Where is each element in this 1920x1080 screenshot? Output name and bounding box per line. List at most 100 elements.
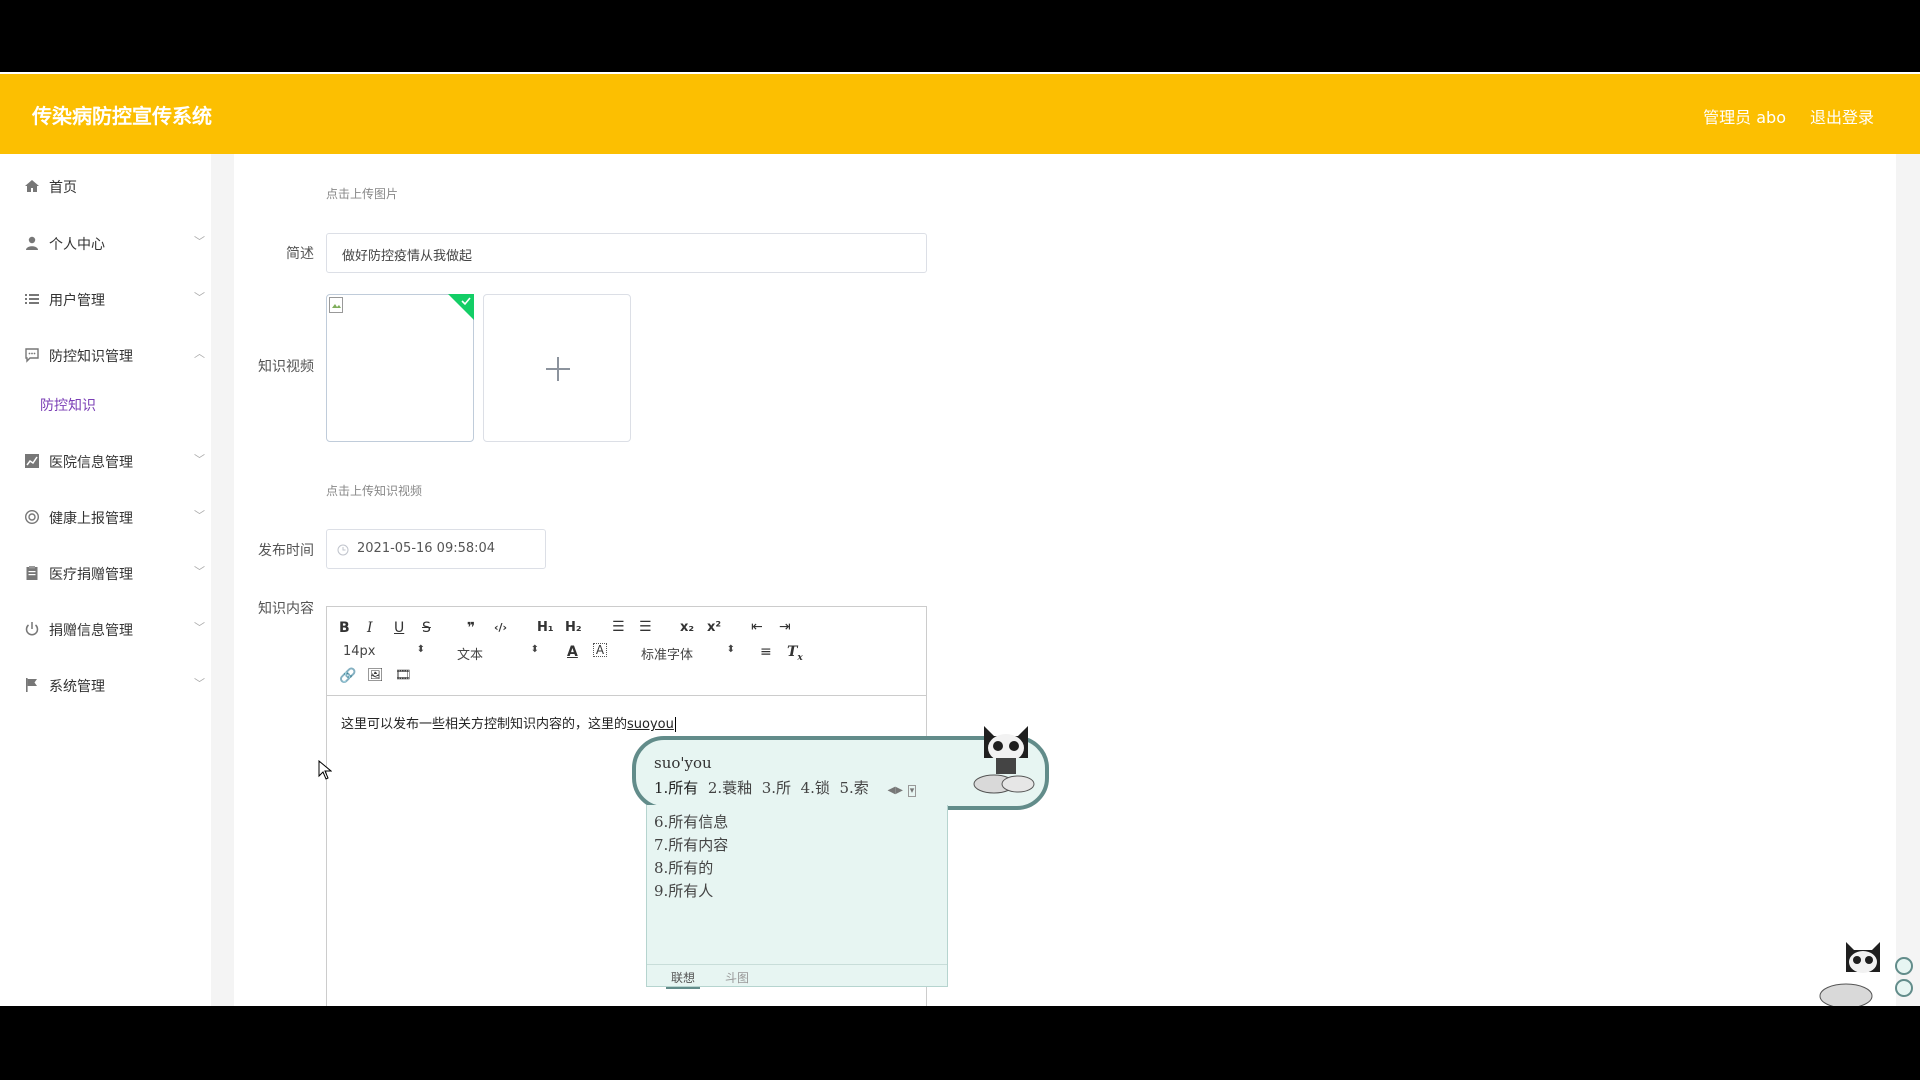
clear-format-button[interactable]: Tx [787,643,803,667]
chevron-down-icon: ﹀ [194,621,205,634]
composing-text: suoyou [627,717,674,732]
sidebar-item-label: 用户管理 [49,293,105,309]
ime-candidate[interactable]: 3.所 [762,779,791,797]
ime-candidate[interactable]: 5.索 [839,779,868,797]
power-icon [25,622,39,636]
summary-label: 简述 [286,246,314,262]
block-type-select[interactable]: 文本 ⬍ [457,644,539,663]
plus-icon [546,357,570,381]
main-form: 点击上传图片 简述 做好防控疫情从我做起 知识视频 点击上传知识视频 发布时间 … [234,154,1896,1006]
ime-page-arrows-icon[interactable]: ◀▶ [888,785,903,796]
chevron-up-icon: ︿ [194,347,205,360]
sidebar-item-label: 个人中心 [49,237,105,253]
ime-tab-sticker[interactable]: 斗图 [725,969,749,986]
sidebar-item-home[interactable]: 首页 [0,166,211,206]
ime-candidate[interactable]: 7.所有内容 [654,834,728,855]
sidebar-item-donation-management[interactable]: 医疗捐赠管理 ﹀ [0,553,211,593]
clock-icon [337,544,349,556]
chevron-down-icon: ﹀ [194,509,205,522]
ime-candidate[interactable]: 6.所有信息 [654,811,728,832]
publish-time-picker[interactable]: 2021-05-16 09:58:04 [326,529,546,569]
upload-image-hint: 点击上传图片 [326,187,399,201]
bullet-list-button[interactable]: ☰ [639,618,652,636]
sidebar-item-label: 医院信息管理 [49,455,133,471]
app-title: 传染病防控宣传系统 [32,104,212,128]
sidebar-item-donation-info[interactable]: 捐赠信息管理 ﹀ [0,609,211,649]
align-button[interactable]: ≡ [760,643,772,661]
editor-content-text: 这里可以发布一些相关方控制知识内容的，这里的 [341,717,628,732]
upload-video-hint: 点击上传知识视频 [326,484,423,498]
chevron-down-icon: ﹀ [194,291,205,304]
sidebar-item-personal-center[interactable]: 个人中心 ﹀ [0,223,211,263]
background-color-button[interactable]: A [593,643,607,657]
video-label: 知识视频 [258,359,314,375]
h1-button[interactable]: H₁ [537,619,554,637]
sidebar-subitem-label: 防控知识 [40,398,96,414]
add-video-button[interactable] [483,294,631,442]
summary-input[interactable]: 做好防控疫情从我做起 [326,233,927,273]
sidebar-item-label: 捐赠信息管理 [49,623,133,639]
list-icon [25,294,39,304]
ime-candidate[interactable]: 8.所有的 [654,857,713,878]
publish-time-label: 发布时间 [258,543,314,559]
bold-button[interactable]: B [339,619,350,637]
select-caret-icon: ⬍ [726,644,735,655]
link-button[interactable]: 🔗 [339,667,356,685]
image-button[interactable]: 🖼 [367,667,384,685]
underline-button[interactable]: U [394,619,404,637]
sidebar-item-label: 首页 [49,180,77,196]
text-caret [674,717,676,732]
sidebar-subitem-knowledge[interactable]: 防控知识 [0,386,211,422]
strike-button[interactable]: S [422,619,431,637]
chevron-down-icon: ﹀ [194,565,205,578]
ime-tab-suggest[interactable]: 联想 [666,969,701,989]
mouse-cursor-icon [318,760,332,780]
italic-button[interactable]: I [367,619,373,637]
ime-dropdown: 6.所有信息 7.所有内容 8.所有的 9.所有人 联想 斗图 [646,805,948,989]
chevron-down-icon: ﹀ [194,677,205,690]
video-button[interactable]: 🎞 [395,667,412,685]
code-button[interactable]: ‹/› [494,619,507,637]
sidebar-item-user-management[interactable]: 用户管理 ﹀ [0,279,211,319]
subscript-button[interactable]: x₂ [680,619,694,637]
quote-button[interactable]: ❞ [467,619,475,637]
font-family-value: 标准字体 [641,648,694,663]
sidebar-item-label: 系统管理 [49,679,105,695]
editor-content[interactable]: 这里可以发布一些相关方控制知识内容的，这里的suoyou [341,713,676,732]
editor-toolbar: B I U S ❞ ‹/› H₁ H₂ ☰ ☰ x₂ x² ⇤ ⇥ 14px ⬍ … [327,607,926,696]
broken-image-icon [329,297,343,313]
select-caret-icon: ⬍ [530,644,539,655]
sidebar-item-label: 医疗捐赠管理 [49,567,133,583]
indent-button[interactable]: ⇥ [779,618,791,636]
chevron-down-icon: ﹀ [194,453,205,466]
sidebar-item-system[interactable]: 系统管理 ﹀ [0,665,211,705]
mascot-icon [973,726,1035,794]
select-caret-icon: ⬍ [416,644,425,655]
logout-link[interactable]: 退出登录 [1810,104,1874,128]
superscript-button[interactable]: x² [707,619,721,637]
ime-candidate[interactable]: 4.锁 [801,779,830,797]
font-color-button[interactable]: A [567,643,578,661]
ime-expand-icon[interactable]: ▾ [907,785,917,797]
ime-candidate[interactable]: 2.蓑釉 [708,779,752,797]
font-size-select[interactable]: 14px ⬍ [343,644,425,659]
outdent-button[interactable]: ⇤ [751,618,763,636]
clipboard-icon [26,566,38,580]
ime-candidate[interactable]: 9.所有人 [654,880,713,901]
chevron-down-icon: ﹀ [194,235,205,248]
ime-candidate[interactable]: 1.所有 [654,779,698,797]
sidebar-item-hospital-management[interactable]: 医院信息管理 ﹀ [0,441,211,481]
floating-mascot-icon [1819,942,1913,1006]
sidebar-item-health-report[interactable]: 健康上报管理 ﹀ [0,497,211,537]
h2-button[interactable]: H₂ [565,619,582,637]
sidebar-item-label: 防控知识管理 [49,349,133,365]
sidebar-item-knowledge-management[interactable]: 防控知识管理 ︿ [0,335,211,375]
chat-icon [25,348,39,363]
uploaded-video-card[interactable] [326,294,474,442]
ordered-list-button[interactable]: ☰ [612,618,625,636]
ime-tab-divider [647,964,947,965]
font-size-value: 14px [343,644,376,659]
ime-pinyin: suo'you [654,754,712,772]
font-family-select[interactable]: 标准字体 ⬍ [641,644,735,663]
block-type-value: 文本 [457,648,484,663]
